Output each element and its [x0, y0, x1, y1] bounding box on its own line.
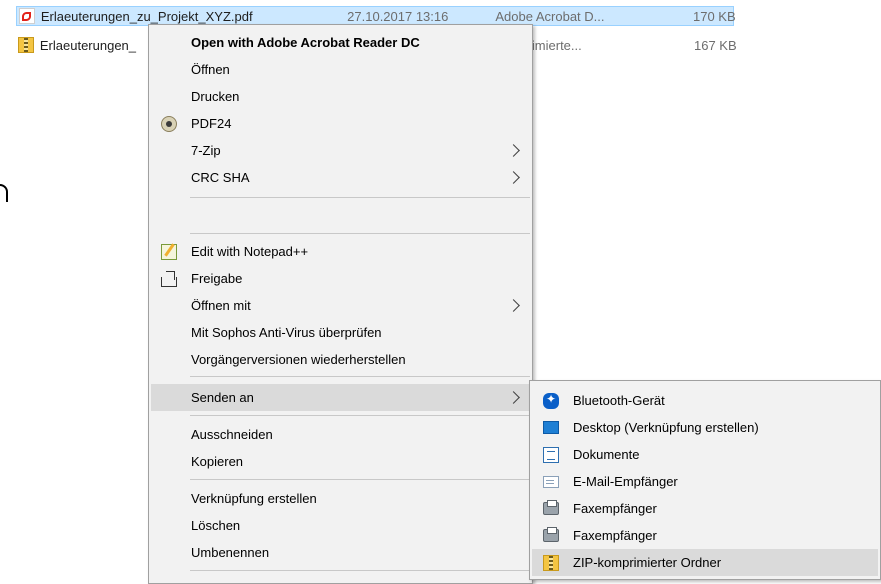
documents-icon: [543, 446, 559, 463]
menu-item-label: Öffnen: [191, 62, 230, 77]
submenu-item-desktop[interactable]: Desktop (Verknüpfung erstellen): [532, 414, 878, 441]
submenu-item-label: Bluetooth-Gerät: [573, 393, 665, 408]
menu-item-label: Drucken: [191, 89, 240, 104]
bluetooth-icon: [543, 392, 559, 409]
menu-item-label: Löschen: [191, 518, 241, 533]
submenu-item-label: Dokumente: [573, 447, 640, 462]
menu-item-label: Verknüpfung erstellen: [191, 491, 317, 506]
menu-item-loeschen[interactable]: Löschen: [151, 512, 530, 539]
menu-separator: [190, 415, 530, 416]
notepad-plus-plus-icon: [161, 243, 177, 260]
context-menu: Open with Adobe Acrobat Reader DC Öffnen…: [148, 24, 533, 584]
menu-separator: [190, 233, 530, 234]
submenu-item-label: ZIP-komprimierter Ordner: [573, 555, 722, 570]
menu-item-label: Vorgängerversionen wiederherstellen: [191, 352, 406, 367]
submenu-item-label: E-Mail-Empfänger: [573, 474, 678, 489]
zip-folder-icon: [543, 554, 559, 571]
menu-item-label: Öffnen mit: [191, 298, 251, 313]
menu-item-label: CRC SHA: [191, 170, 250, 185]
menu-item-drucken[interactable]: Drucken: [151, 83, 530, 110]
chevron-right-icon: [507, 391, 520, 404]
submenu-item-label: Faxempfänger: [573, 501, 657, 516]
file-row-pdf[interactable]: Erlaeuterungen_zu_Projekt_XYZ.pdf 27.10.…: [16, 6, 736, 26]
file-date: 27.10.2017 13:16: [347, 8, 449, 24]
menu-item-label: Freigabe: [191, 271, 243, 286]
submenu-item-label: Desktop (Verknüpfung erstellen): [573, 420, 759, 435]
file-size: 167 KB: [694, 37, 737, 53]
file-type: Adobe Acrobat D...: [495, 8, 605, 24]
chevron-right-icon: [507, 299, 520, 312]
menu-separator: [190, 376, 530, 377]
pdf24-icon: [161, 115, 177, 132]
chevron-right-icon: [507, 144, 520, 157]
menu-item-label: Open with Adobe Acrobat Reader DC: [191, 35, 420, 50]
menu-item-label: PDF24: [191, 116, 232, 131]
menu-separator: [190, 570, 530, 571]
menu-item-label: Umbenennen: [191, 545, 270, 560]
menu-item-pdf24[interactable]: PDF24: [151, 110, 530, 137]
fax-icon: [543, 527, 559, 542]
submenu-item-dokumente[interactable]: Dokumente: [532, 441, 878, 468]
desktop-icon: [543, 421, 559, 434]
menu-item-freigabe[interactable]: Freigabe: [151, 265, 530, 292]
menu-item-oeffnen[interactable]: Öffnen: [151, 56, 530, 83]
partial-glyph: [0, 184, 8, 202]
menu-item-oeffnen-mit[interactable]: Öffnen mit: [151, 292, 530, 319]
menu-item-label: Ausschneiden: [191, 427, 273, 442]
share-icon: [161, 277, 177, 287]
file-size: 170 KB: [693, 8, 736, 24]
send-to-submenu: Bluetooth-Gerät Desktop (Verknüpfung ers…: [529, 380, 881, 580]
submenu-item-bluetooth[interactable]: Bluetooth-Gerät: [532, 387, 878, 414]
menu-separator: [190, 197, 530, 198]
menu-item-label: Edit with Notepad++: [191, 244, 309, 259]
menu-item-edit-notepad[interactable]: Edit with Notepad++: [151, 238, 530, 265]
menu-item-kopieren[interactable]: Kopieren: [151, 448, 530, 475]
menu-item-label: Senden an: [191, 390, 254, 405]
menu-item-7zip[interactable]: 7-Zip: [151, 137, 530, 164]
menu-item-label: 7-Zip: [191, 143, 221, 158]
chevron-right-icon: [507, 171, 520, 184]
menu-item-open-with-acrobat[interactable]: Open with Adobe Acrobat Reader DC: [151, 29, 530, 56]
file-name: Erlaeuterungen_zu_Projekt_XYZ.pdf: [40, 8, 253, 24]
menu-item-label: Mit Sophos Anti-Virus überprüfen: [191, 325, 382, 340]
zip-folder-icon: [18, 37, 34, 53]
menu-item-label: Kopieren: [191, 454, 244, 469]
submenu-item-fax-1[interactable]: Faxempfänger: [532, 495, 878, 522]
menu-item-sophos[interactable]: Mit Sophos Anti-Virus überprüfen: [151, 319, 530, 346]
menu-separator: [190, 479, 530, 480]
mail-icon: [543, 475, 559, 488]
submenu-item-email[interactable]: E-Mail-Empfänger: [532, 468, 878, 495]
submenu-item-fax-2[interactable]: Faxempfänger: [532, 522, 878, 549]
menu-item-verknuepfung[interactable]: Verknüpfung erstellen: [151, 485, 530, 512]
submenu-item-label: Faxempfänger: [573, 528, 657, 543]
menu-item-umbenennen[interactable]: Umbenennen: [151, 539, 530, 566]
pdf-file-icon: [19, 8, 35, 24]
menu-item-crc-sha[interactable]: CRC SHA: [151, 164, 530, 191]
submenu-item-zip[interactable]: ZIP-komprimierter Ordner: [532, 549, 878, 576]
fax-icon: [543, 500, 559, 515]
menu-item-ausschneiden[interactable]: Ausschneiden: [151, 421, 530, 448]
menu-item-senden-an[interactable]: Senden an: [151, 384, 530, 411]
menu-item-vorgaenger[interactable]: Vorgängerversionen wiederherstellen: [151, 346, 530, 373]
